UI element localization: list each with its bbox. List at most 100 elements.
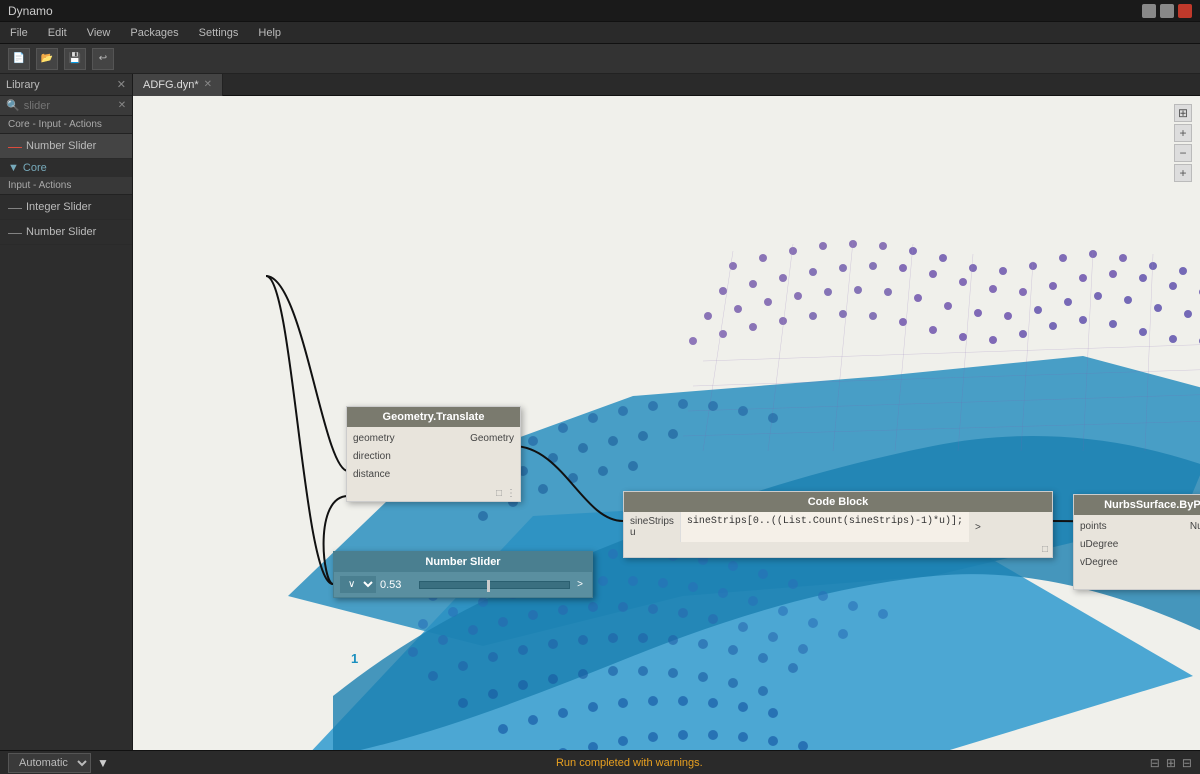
node-menu-icon[interactable]: ⋮ — [506, 488, 516, 499]
zoom-reset-button[interactable]: + — [1174, 164, 1192, 182]
code-footer: □ — [624, 542, 1052, 557]
code-collapse-icon[interactable]: □ — [1042, 544, 1048, 555]
port-vdegree: vDegree — [1080, 555, 1118, 570]
number-slider-node[interactable]: Number Slider ∨ 0.53 > — [333, 551, 593, 598]
menu-help[interactable]: Help — [254, 25, 285, 41]
menubar: File Edit View Packages Settings Help — [0, 22, 1200, 44]
node-outputs: Geometry — [464, 427, 520, 486]
sidebar-section-core-input: Core - Input - Actions — [0, 116, 132, 134]
code-block-header: Code Block — [624, 492, 1052, 512]
slider-arrow[interactable]: > — [574, 579, 586, 590]
core-label: Core — [23, 162, 47, 174]
run-dropdown-arrow[interactable]: ▼ — [97, 756, 109, 770]
open-button[interactable]: 📂 — [36, 48, 58, 70]
code-output-arrow: > — [975, 522, 981, 533]
slider-mode-dropdown[interactable]: ∨ — [340, 576, 376, 593]
sidebar-section-input-actions: Input - Actions — [0, 177, 132, 195]
bottom-icon-1[interactable]: ⊟ — [1150, 756, 1160, 770]
code-inputs: sineStrips u — [624, 512, 680, 542]
code-output: > — [969, 512, 987, 542]
sidebar-label-number-slider-1: Number Slider — [26, 140, 96, 152]
run-controls: Automatic Manual ▼ — [8, 753, 109, 773]
sidebar-label-number-slider-2: Number Slider — [26, 226, 96, 238]
tab-close-icon[interactable]: ✕ — [204, 79, 212, 90]
slider-thumb[interactable] — [487, 580, 490, 592]
menu-settings[interactable]: Settings — [195, 25, 243, 41]
port-points: points — [1080, 519, 1118, 534]
code-input-u: u — [630, 527, 674, 538]
menu-file[interactable]: File — [6, 25, 32, 41]
window-controls — [1142, 4, 1192, 18]
search-clear-icon[interactable]: ✕ — [118, 100, 126, 111]
search-icon: 🔍 — [6, 99, 20, 112]
search-bar[interactable]: 🔍 ✕ — [0, 96, 132, 116]
sidebar-label-integer-slider: Integer Slider — [26, 201, 91, 213]
dash-icon: — — [8, 138, 22, 154]
nurbs-outputs: NurbsSurface — [1184, 515, 1200, 574]
code-content[interactable]: sineStrips[0..((List.Count(sineStrips)-1… — [680, 512, 969, 542]
bottom-icons: ⊟ ⊞ ⊟ — [1150, 756, 1192, 770]
run-status: Run completed with warnings. — [556, 757, 703, 769]
zoom-controls: ⊞ + − + — [1174, 104, 1192, 182]
nurbs-footer: □ ⋮ — [1074, 574, 1200, 589]
port-udegree: uDegree — [1080, 537, 1118, 552]
code-input-sinestrips: sineStrips — [630, 516, 674, 527]
tab-adfg[interactable]: ADFG.dyn* ✕ — [133, 74, 223, 96]
geometry-translate-node[interactable]: Geometry.Translate geometry direction di… — [346, 406, 521, 502]
bottombar: Automatic Manual ▼ Run completed with wa… — [0, 750, 1200, 774]
bottom-icon-3[interactable]: ⊟ — [1182, 756, 1192, 770]
zoom-fit-button[interactable]: ⊞ — [1174, 104, 1192, 122]
geometry-translate-body: geometry direction distance Geometry — [347, 427, 520, 486]
port-geometry: geometry — [353, 431, 395, 446]
node-inputs: geometry direction distance — [347, 427, 401, 486]
port-distance: distance — [353, 467, 395, 482]
sidebar-item-number-slider-2[interactable]: — Number Slider — [0, 220, 132, 245]
nurbs-surface-node[interactable]: NurbsSurface.ByPoints points uDegree vDe… — [1073, 494, 1200, 590]
slider-value: 0.53 — [380, 579, 415, 591]
viz-svg — [133, 96, 1200, 750]
slider-track[interactable] — [419, 581, 570, 589]
minimize-button[interactable] — [1142, 4, 1156, 18]
sidebar: Library ✕ 🔍 ✕ Core - Input - Actions — N… — [0, 74, 133, 750]
toolbar: 📄 📂 💾 ↩ — [0, 44, 1200, 74]
menu-packages[interactable]: Packages — [126, 25, 182, 41]
sidebar-core-header[interactable]: ▼ Core — [0, 159, 132, 177]
node-footer: □ ⋮ — [347, 486, 520, 501]
code-block-node[interactable]: Code Block sineStrips u sineStrips[0..((… — [623, 491, 1053, 558]
undo-button[interactable]: ↩ — [92, 48, 114, 70]
sidebar-item-number-slider-1[interactable]: — Number Slider — [0, 134, 132, 159]
geometry-translate-header: Geometry.Translate — [347, 407, 520, 427]
close-button[interactable] — [1178, 4, 1192, 18]
slider-header: Number Slider — [334, 552, 592, 572]
slider-body: ∨ 0.53 > — [334, 572, 592, 597]
sidebar-header: Library ✕ — [0, 74, 132, 96]
node-collapse-icon[interactable]: □ — [496, 488, 502, 499]
port-nurbs-out: NurbsSurface — [1190, 519, 1200, 534]
menu-edit[interactable]: Edit — [44, 25, 71, 41]
canvas[interactable]: Geometry.Translate geometry direction di… — [133, 96, 1200, 750]
canvas-label-1: 1 — [351, 651, 358, 666]
dash-icon-3: — — [8, 224, 22, 240]
nurbs-inputs: points uDegree vDegree — [1074, 515, 1124, 574]
save-button[interactable]: 💾 — [64, 48, 86, 70]
menu-view[interactable]: View — [83, 25, 115, 41]
zoom-in-button[interactable]: + — [1174, 124, 1192, 142]
tabbar: ADFG.dyn* ✕ — [133, 74, 1200, 96]
zoom-out-button[interactable]: − — [1174, 144, 1192, 162]
collapse-icon: ▼ — [8, 162, 19, 174]
sidebar-close-icon[interactable]: ✕ — [117, 78, 126, 91]
main-layout: Library ✕ 🔍 ✕ Core - Input - Actions — N… — [0, 74, 1200, 750]
app-title: Dynamo — [8, 4, 53, 18]
new-button[interactable]: 📄 — [8, 48, 30, 70]
nurbs-header: NurbsSurface.ByPoints — [1074, 495, 1200, 515]
right-panel: ADFG.dyn* ✕ — [133, 74, 1200, 750]
maximize-button[interactable] — [1160, 4, 1174, 18]
titlebar: Dynamo — [0, 0, 1200, 22]
bottom-icon-2[interactable]: ⊞ — [1166, 756, 1176, 770]
port-geometry-out: Geometry — [470, 431, 514, 446]
search-input[interactable] — [24, 100, 114, 112]
sidebar-item-integer-slider[interactable]: — Integer Slider — [0, 195, 132, 220]
nurbs-body: points uDegree vDegree NurbsSurface — [1074, 515, 1200, 574]
code-block-body: sineStrips u sineStrips[0..((List.Count(… — [624, 512, 1052, 542]
run-mode-dropdown[interactable]: Automatic Manual — [8, 753, 91, 773]
